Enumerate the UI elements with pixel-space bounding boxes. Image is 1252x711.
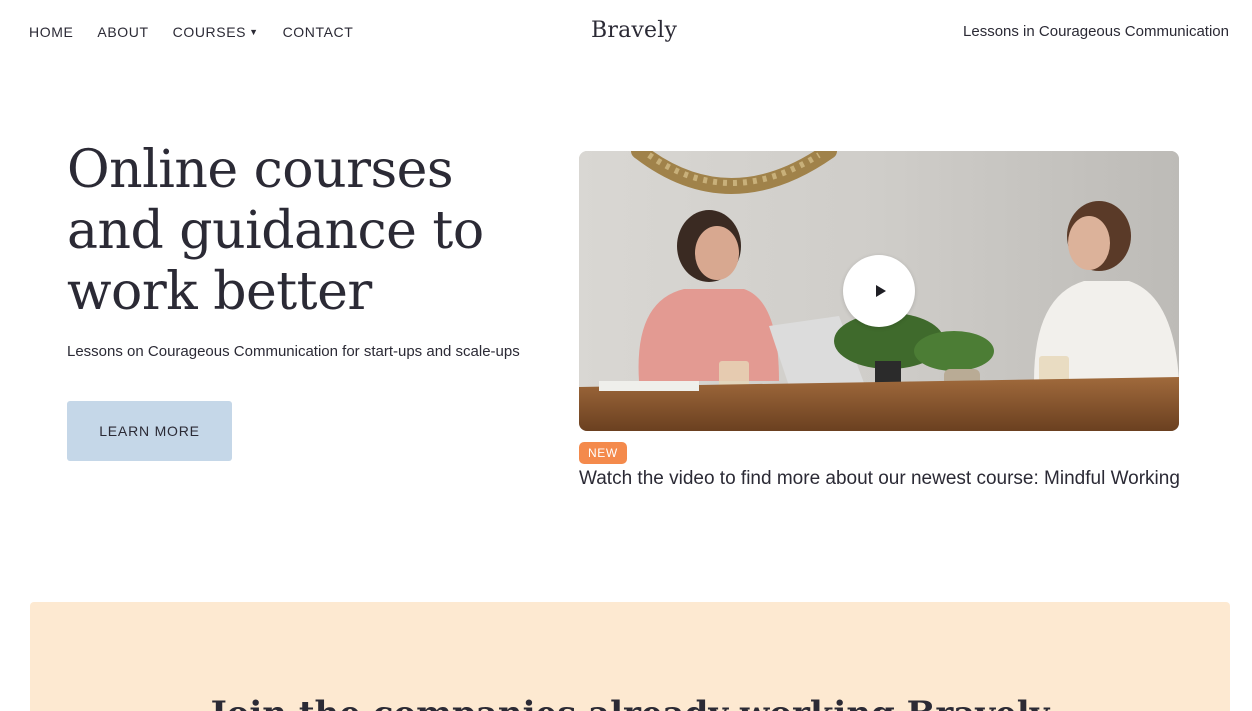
site-header: HOME ABOUT COURSES ▼ CONTACT Bravely Less… <box>0 0 1252 64</box>
nav-home-label: HOME <box>29 24 74 40</box>
video-player[interactable] <box>579 151 1179 431</box>
join-title: Join the companies already working Brave… <box>30 694 1230 711</box>
main-nav: HOME ABOUT COURSES ▼ CONTACT <box>29 24 377 40</box>
video-caption: Watch the video to find more about our n… <box>579 468 1180 489</box>
nav-about-label: ABOUT <box>97 24 149 40</box>
nav-contact-label: CONTACT <box>282 24 354 40</box>
site-tagline: Lessons in Courageous Communication <box>963 23 1229 40</box>
new-badge: NEW <box>579 442 627 464</box>
caret-down-icon: ▼ <box>249 27 259 37</box>
join-section: Join the companies already working Brave… <box>30 602 1230 711</box>
hero-subtitle: Lessons on Courageous Communication for … <box>67 343 520 360</box>
hero-title: Online courses and guidance to work bett… <box>67 140 484 322</box>
nav-courses-label: COURSES <box>172 24 247 40</box>
play-button[interactable] <box>843 255 915 327</box>
nav-home[interactable]: HOME <box>29 24 73 40</box>
nav-contact[interactable]: CONTACT <box>283 24 354 40</box>
play-icon <box>875 285 886 297</box>
nav-courses[interactable]: COURSES ▼ <box>173 24 259 40</box>
nav-about[interactable]: ABOUT <box>97 24 148 40</box>
site-logo[interactable]: Bravely <box>591 18 677 43</box>
learn-more-button[interactable]: LEARN MORE <box>67 401 232 461</box>
